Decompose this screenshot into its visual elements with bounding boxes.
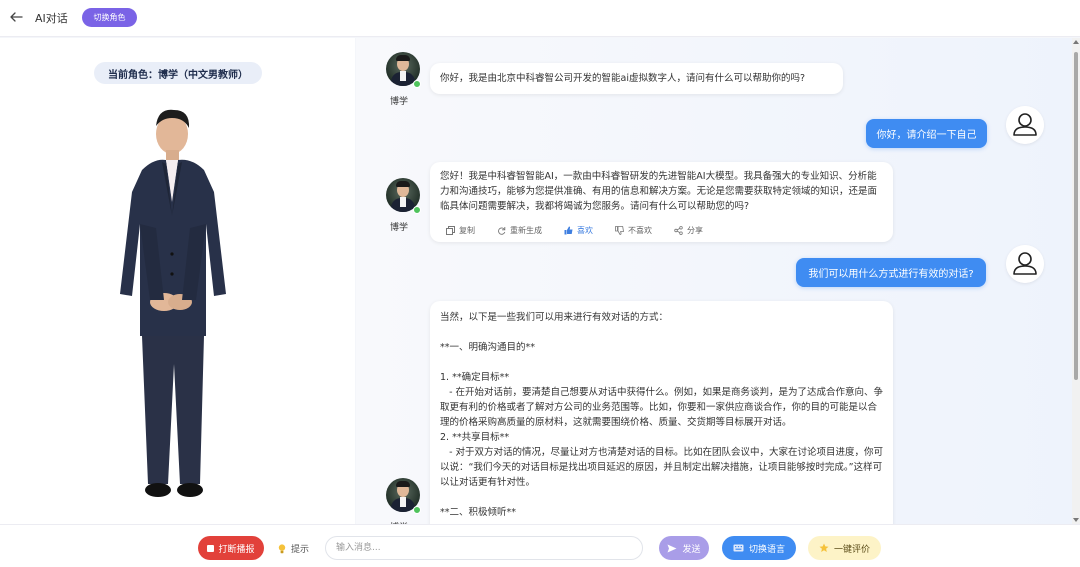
copy-button[interactable]: 复制	[446, 223, 475, 238]
ai-name-label: 博学	[390, 223, 409, 233]
avatar-panel: 当前角色：博学（中文男教师）	[0, 38, 355, 524]
lightbulb-icon	[278, 543, 286, 553]
scroll-up-arrow-icon[interactable]	[1073, 40, 1079, 44]
send-icon	[667, 544, 677, 552]
ai-message-text: 您好！我是中科睿智智能AI，一款由中科睿智研发的先进智能AI大模型。我具备强大的…	[440, 171, 878, 212]
chat-scrollbar[interactable]	[1072, 38, 1080, 524]
hint-button[interactable]: 提示	[278, 542, 309, 555]
share-button[interactable]: 分享	[674, 223, 703, 238]
scroll-down-arrow-icon[interactable]	[1073, 518, 1079, 522]
interrupt-broadcast-button[interactable]: 打断播报	[198, 536, 264, 560]
switch-role-button[interactable]: 切换角色	[82, 8, 137, 27]
top-bar: AI对话 切换角色	[0, 0, 1080, 37]
user-message-bubble: 你好，请介绍一下自己	[866, 119, 987, 148]
refresh-icon	[498, 227, 506, 235]
ai-message-bubble: 当然，以下是一些我们可以用来进行有效对话的方式： **一、明确沟通目的** 1.…	[430, 301, 893, 524]
thumbs-down-icon	[615, 226, 624, 235]
back-arrow-icon[interactable]	[8, 9, 24, 25]
switch-language-button[interactable]: 切换语言	[722, 536, 796, 560]
chat-window[interactable]: 博学 你好，我是由北京中科睿智公司开发的智能ai虚拟数字人，请问有什么可以帮助你…	[356, 38, 1080, 524]
user-message-text: 你好，请介绍一下自己	[876, 130, 977, 141]
copy-icon	[446, 226, 455, 235]
message-actions: 复制 重新生成 喜欢 不喜欢 分享	[446, 223, 703, 238]
send-button[interactable]: 发送	[659, 536, 709, 560]
ai-name-label: 博学	[390, 97, 409, 107]
input-bar: 打断播报 提示 发送 切换语言 一键评价	[0, 524, 1080, 567]
one-click-rate-button[interactable]: 一键评价	[808, 536, 881, 560]
digital-human-figure	[120, 109, 226, 497]
online-status-dot	[413, 80, 421, 88]
keyboard-icon	[733, 544, 744, 552]
dislike-button[interactable]: 不喜欢	[615, 223, 652, 238]
user-message-text: 我们可以用什么方式进行有效的对话?	[808, 269, 974, 280]
page-title: AI对话	[35, 12, 68, 25]
regenerate-button[interactable]: 重新生成	[497, 223, 542, 238]
online-status-dot	[413, 206, 421, 214]
ai-message-text: 当然，以下是一些我们可以用来进行有效对话的方式： **一、明确沟通目的** 1.…	[440, 312, 884, 518]
like-button[interactable]: 喜欢	[564, 223, 593, 238]
thumbs-up-icon	[564, 226, 573, 235]
star-icon	[819, 543, 829, 552]
user-message-bubble: 我们可以用什么方式进行有效的对话?	[796, 258, 986, 287]
share-icon	[674, 226, 683, 235]
ai-message-bubble: 你好，我是由北京中科睿智公司开发的智能ai虚拟数字人，请问有什么可以帮助你的吗?	[430, 63, 843, 94]
current-role-badge: 当前角色：博学（中文男教师）	[94, 62, 262, 84]
user-avatar-icon	[1006, 106, 1044, 144]
ai-message-bubble: 您好！我是中科睿智智能AI，一款由中科睿智研发的先进智能AI大模型。我具备强大的…	[430, 162, 893, 242]
ai-message-text: 你好，我是由北京中科睿智公司开发的智能ai虚拟数字人，请问有什么可以帮助你的吗?	[440, 73, 806, 84]
message-input[interactable]	[325, 536, 643, 560]
user-avatar-icon	[1006, 245, 1044, 283]
online-status-dot	[413, 506, 421, 514]
stop-icon	[207, 544, 215, 552]
scroll-thumb[interactable]	[1074, 52, 1078, 380]
